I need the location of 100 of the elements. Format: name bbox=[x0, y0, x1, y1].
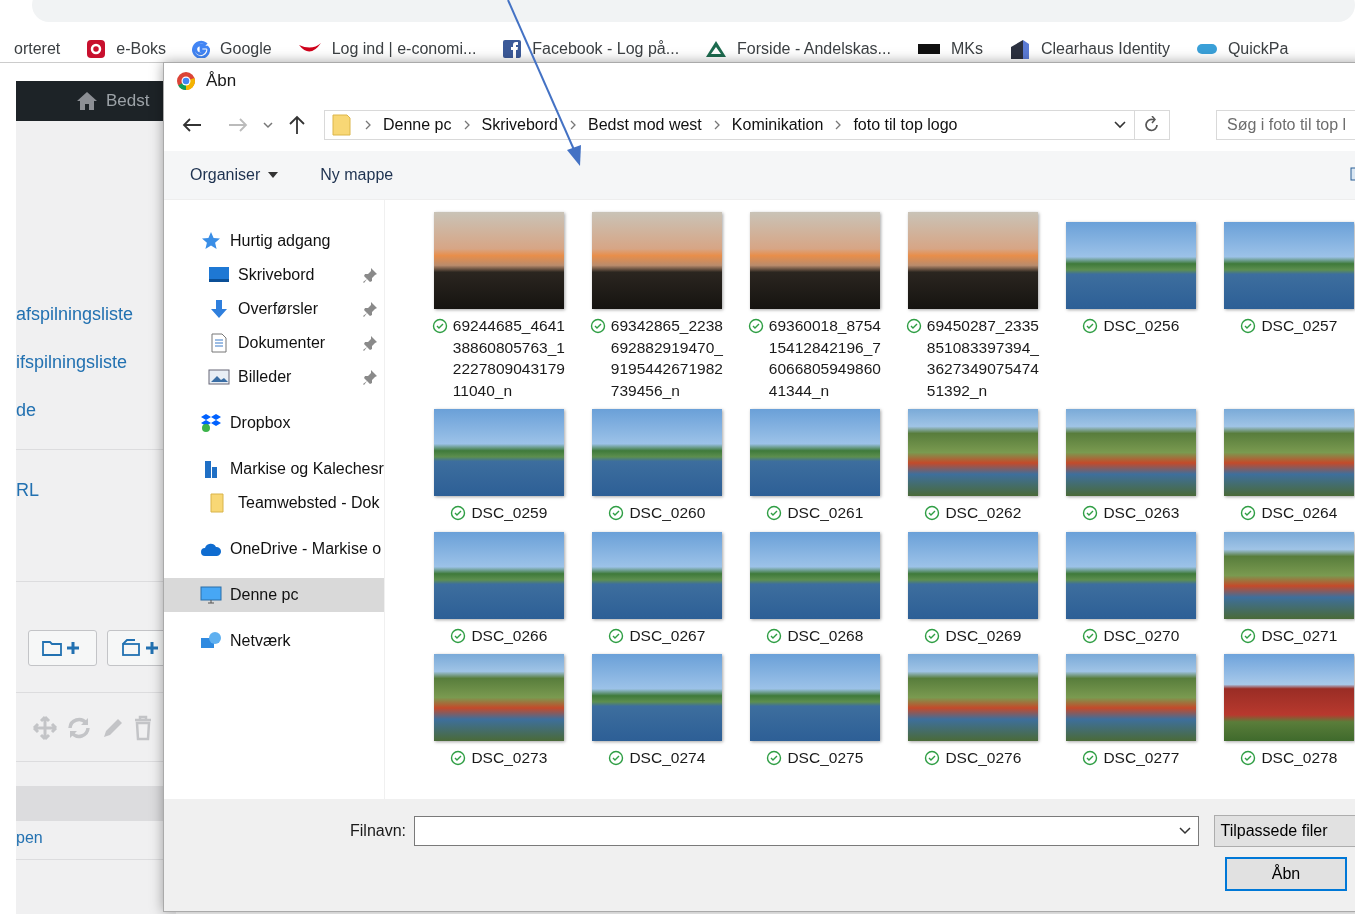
folder-icon bbox=[331, 113, 353, 137]
sync-check-icon bbox=[589, 318, 606, 334]
filename-field[interactable] bbox=[414, 816, 1200, 846]
file-name: 69244685_464138860805763_1222780904317911040_n bbox=[452, 316, 566, 401]
bookmark-link[interactable]: e-Boks bbox=[116, 39, 167, 58]
download-arrow-icon bbox=[208, 299, 230, 319]
bookmark-link[interactable]: Forside - Andelskas... bbox=[737, 39, 891, 58]
file-item[interactable]: DSC_0262 bbox=[893, 409, 1052, 524]
file-name: DSC_0273 bbox=[471, 748, 548, 768]
file-item[interactable]: DSC_0278 bbox=[1209, 654, 1355, 769]
sync-check-icon bbox=[766, 505, 783, 521]
nav-item[interactable]: Hurtig adgang bbox=[164, 224, 384, 258]
file-item[interactable]: DSC_0275 bbox=[735, 654, 894, 769]
file-item[interactable]: 69360018_875415412842196_7606680594986041344_n bbox=[735, 212, 894, 401]
file-name: DSC_0256 bbox=[1103, 316, 1180, 336]
sync-check-icon bbox=[450, 505, 467, 521]
sync-check-icon bbox=[1240, 627, 1257, 644]
file-type-dropdown[interactable]: Tilpassede filer bbox=[1214, 815, 1355, 847]
file-item[interactable]: 69244685_464138860805763_1222780904317911040_n bbox=[419, 212, 578, 401]
file-item[interactable]: DSC_0266 bbox=[419, 531, 578, 646]
boxes-icon bbox=[200, 413, 222, 433]
nav-item[interactable]: Denne pc bbox=[164, 578, 384, 612]
file-name: DSC_0266 bbox=[471, 625, 548, 646]
bookmark-link[interactable]: QuickPa bbox=[1227, 39, 1289, 58]
file-item[interactable]: DSC_0271 bbox=[1209, 531, 1355, 646]
organise-menu-button[interactable]: Organiser bbox=[190, 166, 279, 184]
nav-item[interactable]: Skrivebord bbox=[164, 258, 384, 292]
bookmark-link[interactable]: Log ind | e-conomi... bbox=[331, 39, 477, 58]
breadcrumb-item[interactable]: Bedst mod west bbox=[588, 116, 702, 134]
site-name-link[interactable]: Bedst bbox=[106, 91, 150, 111]
caret-icon bbox=[1178, 826, 1193, 836]
file-name: DSC_0275 bbox=[787, 748, 864, 768]
file-item[interactable]: DSC_0276 bbox=[893, 654, 1052, 769]
bookmark-icon bbox=[1195, 42, 1218, 55]
bookmark-link[interactable]: orteret bbox=[14, 39, 61, 58]
file-item[interactable]: DSC_0256 bbox=[1051, 212, 1210, 401]
file-name: DSC_0278 bbox=[1261, 748, 1338, 768]
sync-check-icon bbox=[924, 505, 941, 521]
file-name: DSC_0268 bbox=[787, 625, 864, 646]
breadcrumb-item[interactable]: foto til top logo bbox=[853, 116, 958, 134]
nav-item[interactable]: Markise og Kalechesr bbox=[164, 452, 384, 486]
file-item[interactable]: DSC_0257 bbox=[1209, 212, 1355, 401]
file-item[interactable]: DSC_0273 bbox=[419, 654, 578, 769]
sync-check-icon bbox=[1082, 627, 1099, 644]
file-item[interactable]: 69450287_2335851083397394_362734907547451392_n bbox=[893, 212, 1052, 401]
address-path-field[interactable]: Denne pc Skrivebord Bedst mod west Kominikation foto til top logo bbox=[324, 110, 1170, 140]
file-item[interactable]: DSC_0269 bbox=[893, 531, 1052, 646]
file-item[interactable]: DSC_0263 bbox=[1051, 409, 1210, 524]
row-link[interactable]: pen bbox=[16, 829, 43, 846]
chevron-icon bbox=[463, 120, 470, 130]
home-icon[interactable] bbox=[76, 91, 98, 111]
file-name: DSC_0260 bbox=[629, 503, 706, 523]
nav-item[interactable]: OneDrive - Markise o bbox=[164, 532, 384, 566]
bookmark-icon bbox=[1008, 37, 1031, 60]
sync-check-icon bbox=[766, 627, 783, 644]
nav-item[interactable]: Dropbox bbox=[164, 406, 384, 440]
breadcrumb-item[interactable]: Kominikation bbox=[731, 116, 824, 134]
nav-item[interactable]: Overførsler bbox=[164, 292, 384, 326]
file-item[interactable]: DSC_0264 bbox=[1209, 409, 1355, 524]
file-item[interactable]: DSC_0274 bbox=[577, 654, 736, 769]
nav-item[interactable]: Dokumenter bbox=[164, 326, 384, 360]
nav-item[interactable]: Teamwebsted - Dok bbox=[164, 486, 384, 520]
file-item[interactable]: DSC_0260 bbox=[577, 409, 736, 524]
network-icon bbox=[200, 631, 222, 651]
open-button[interactable]: Åbn bbox=[1225, 857, 1347, 891]
url-label: RL bbox=[16, 480, 39, 500]
sync-check-icon bbox=[924, 750, 941, 766]
caret-icon bbox=[262, 120, 274, 130]
breadcrumb-item[interactable]: Skrivebord bbox=[481, 116, 558, 134]
add-folder-button[interactable] bbox=[28, 630, 97, 666]
search-field[interactable]: Søg i foto til top l bbox=[1216, 110, 1355, 140]
document-icon bbox=[208, 333, 230, 353]
sync-check-icon bbox=[766, 750, 783, 766]
bookmark-link[interactable]: MKs bbox=[950, 39, 983, 58]
file-item[interactable]: DSC_0259 bbox=[419, 409, 578, 524]
file-name: 69450287_2335851083397394_362734907547451392_n bbox=[926, 316, 1040, 401]
sync-check-icon bbox=[608, 750, 625, 766]
file-item[interactable]: DSC_0267 bbox=[577, 531, 736, 646]
bookmark-icon bbox=[502, 38, 523, 59]
breadcrumb-item[interactable]: Denne pc bbox=[383, 116, 452, 134]
new-folder-button[interactable]: Ny mappe bbox=[320, 166, 394, 184]
file-item[interactable]: DSC_0270 bbox=[1051, 531, 1210, 646]
bookmark-link[interactable]: Google bbox=[220, 39, 272, 58]
file-name: DSC_0259 bbox=[471, 503, 548, 523]
sync-check-icon bbox=[450, 750, 467, 766]
sync-check-icon bbox=[1082, 505, 1099, 521]
bookmark-icon bbox=[192, 39, 211, 58]
nav-item[interactable]: Billeder bbox=[164, 360, 384, 394]
file-item[interactable]: DSC_0277 bbox=[1051, 654, 1210, 769]
bookmark-icon bbox=[916, 41, 941, 56]
bookmark-link[interactable]: Facebook - Log på... bbox=[532, 39, 680, 58]
sync-check-icon bbox=[1240, 505, 1257, 521]
file-item[interactable]: 69342865_2238692882919470_9195442671982739456_n bbox=[577, 212, 736, 401]
file-item[interactable]: DSC_0261 bbox=[735, 409, 894, 524]
nav-item[interactable]: Netværk bbox=[164, 624, 384, 658]
file-name: DSC_0261 bbox=[787, 503, 864, 523]
bookmark-link[interactable]: Clearhaus Identity bbox=[1040, 39, 1170, 58]
sync-check-icon bbox=[747, 318, 764, 334]
file-name: DSC_0269 bbox=[945, 625, 1022, 646]
file-item[interactable]: DSC_0268 bbox=[735, 531, 894, 646]
